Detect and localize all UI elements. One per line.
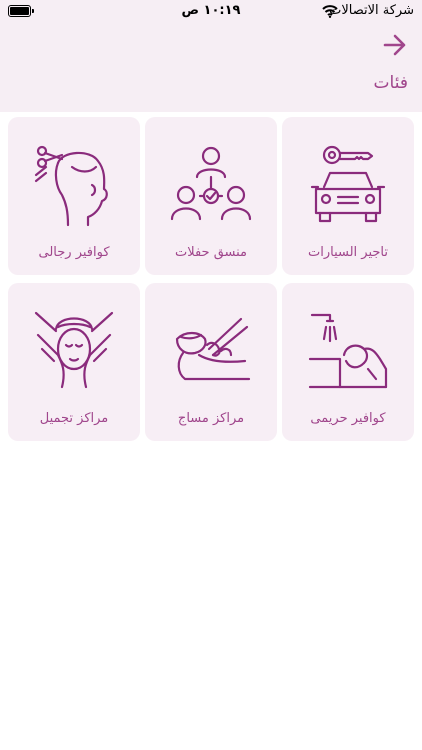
category-label: كوافير رجالى <box>38 245 110 260</box>
category-mens-barber[interactable]: كوافير رجالى <box>8 117 140 275</box>
men-haircut-icon <box>34 145 108 227</box>
category-womens-salon[interactable]: كوافير حريمى <box>282 283 414 441</box>
carrier-name: شركة الاتصالات <box>329 3 414 18</box>
car-key-icon <box>310 145 386 223</box>
header: فئات <box>0 24 422 112</box>
status-bar: شركة الاتصالات ١٠:١٩ ص <box>0 0 422 24</box>
status-time: ١٠:١٩ ص <box>181 3 241 18</box>
massage-icon <box>175 317 251 381</box>
category-massage-centers[interactable]: مراكز مساج <box>145 283 277 441</box>
category-label: مراكز تجميل <box>39 411 109 426</box>
page-title: فئات <box>373 73 408 93</box>
category-beauty-centers[interactable]: مراكز تجميل <box>8 283 140 441</box>
category-label: منسق حفلات <box>174 245 248 260</box>
facial-treatment-icon <box>34 311 114 389</box>
hair-wash-icon <box>308 313 388 389</box>
wifi-icon <box>322 5 338 18</box>
battery-icon <box>8 5 34 17</box>
category-label: مراكز مساج <box>177 411 245 426</box>
category-party-planner[interactable]: منسق حفلات <box>145 117 277 275</box>
category-label: تاجير السيارات <box>307 245 389 260</box>
category-car-rental[interactable]: تاجير السيارات <box>282 117 414 275</box>
categories-grid: تاجير السيارات منسق حفلات كوافير رجالى ك… <box>8 117 414 441</box>
arrow-right-icon[interactable] <box>382 32 408 58</box>
category-label: كوافير حريمى <box>310 411 386 426</box>
people-network-icon <box>170 146 252 221</box>
